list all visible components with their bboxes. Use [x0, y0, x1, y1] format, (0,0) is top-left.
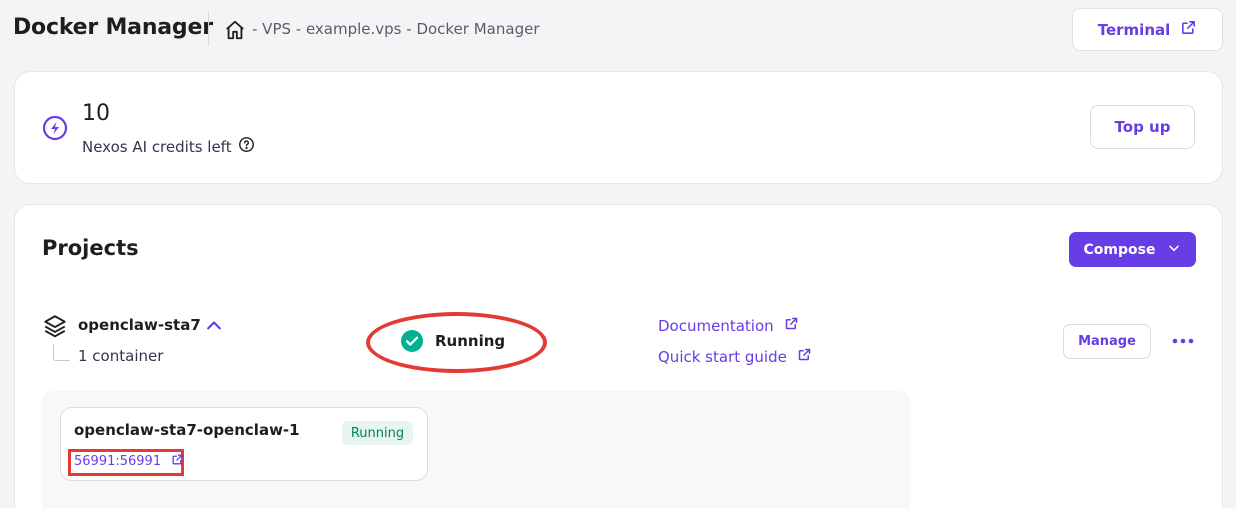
credits-label: Nexos AI credits left: [82, 137, 232, 156]
manage-button[interactable]: Manage: [1063, 324, 1151, 359]
layers-icon: [42, 313, 68, 339]
terminal-button[interactable]: Terminal: [1072, 8, 1223, 51]
port-label: 56991:56991: [74, 454, 162, 469]
credits-icon: [42, 115, 68, 141]
header-divider: [208, 12, 209, 46]
credits-amount: 10: [82, 101, 110, 126]
external-link-icon: [171, 453, 184, 470]
help-circle-icon[interactable]: [238, 136, 255, 157]
check-circle-icon: [400, 329, 424, 353]
documentation-link[interactable]: Documentation: [658, 316, 799, 335]
compose-button-label: Compose: [1083, 241, 1156, 258]
status-badge: Running: [342, 421, 413, 445]
project-name[interactable]: openclaw-sta7: [78, 316, 201, 334]
terminal-button-label: Terminal: [1097, 20, 1171, 39]
home-icon[interactable]: [224, 19, 246, 41]
chevron-up-icon[interactable]: [204, 316, 224, 334]
credits-card: [14, 71, 1223, 184]
external-link-icon: [797, 347, 812, 366]
page-title: Docker Manager: [13, 15, 213, 40]
tree-connector: [53, 344, 70, 361]
quick-start-guide-label: Quick start guide: [658, 347, 787, 366]
more-horizontal-icon[interactable]: [1168, 328, 1198, 354]
external-link-icon: [1180, 19, 1197, 40]
compose-button[interactable]: Compose: [1069, 232, 1196, 267]
external-link-icon: [784, 316, 799, 335]
top-up-button[interactable]: Top up: [1090, 105, 1195, 149]
chevron-down-icon: [1167, 241, 1181, 259]
quick-start-guide-link[interactable]: Quick start guide: [658, 347, 812, 366]
breadcrumb: - VPS - example.vps - Docker Manager: [252, 20, 540, 38]
project-status: Running: [435, 332, 506, 350]
credits-label-row: Nexos AI credits left: [82, 136, 255, 157]
container-count: 1 container: [78, 347, 164, 365]
container-name: openclaw-sta7-openclaw-1: [74, 421, 300, 439]
projects-title: Projects: [42, 236, 139, 260]
documentation-link-label: Documentation: [658, 316, 774, 335]
port-link[interactable]: 56991:56991: [74, 453, 184, 470]
